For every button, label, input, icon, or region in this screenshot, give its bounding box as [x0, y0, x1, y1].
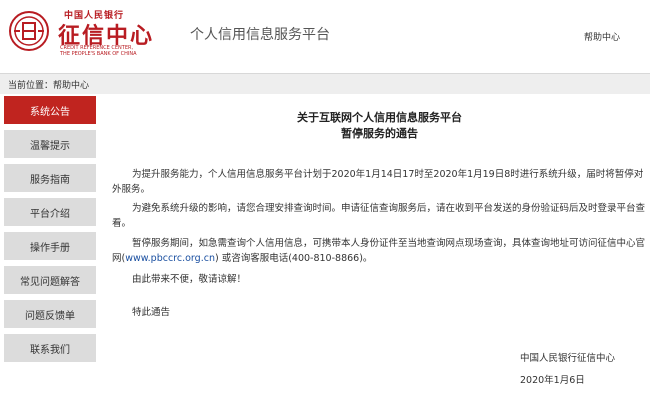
notice-title: 关于互联网个人信用信息服务平台 暂停服务的通告 [112, 110, 647, 142]
sidebar-item-faq[interactable]: 常见问题解答 [4, 266, 96, 294]
sidebar-item-contact[interactable]: 联系我们 [4, 334, 96, 362]
site-title: 个人信用信息服务平台 [190, 27, 330, 43]
logo-en-line2: THE PEOPLE'S BANK OF CHINA [60, 51, 137, 57]
seal-icon [9, 11, 49, 51]
notice-paragraph-5: 特此通告 [132, 307, 171, 318]
sidebar-item-tips[interactable]: 温馨提示 [4, 130, 96, 158]
sidebar-item-service-guide[interactable]: 服务指南 [4, 164, 96, 192]
signature-date: 2020年1月6日 [520, 375, 585, 386]
notice-paragraph-4: 由此带来不便，敬请谅解！ [132, 274, 247, 285]
notice-paragraph-3: 暂停服务期间，如急需查询个人信用信息，可携带本人身份证件至当地查询网点现场查询，… [112, 236, 647, 266]
breadcrumb: 当前位置：帮助中心 [8, 81, 90, 91]
sidebar-item-platform-intro[interactable]: 平台介绍 [4, 198, 96, 226]
sidebar-item-manual[interactable]: 操作手册 [4, 232, 96, 260]
credit-center-logo[interactable]: 中国人民银行 征信中心 CREDIT REFERENCE CENTER, THE… [8, 6, 158, 62]
notice-paragraph-2: 为避免系统升级的影响，请您合理安排查询时间。申请征信查询服务后，请在收到平台发送… [112, 203, 646, 229]
notice-title-line2: 暂停服务的通告 [341, 127, 418, 140]
sidebar-item-feedback[interactable]: 问题反馈单 [4, 300, 96, 328]
notice-content: 关于互联网个人信用信息服务平台 暂停服务的通告 为提升服务能力，个人信用信息服务… [112, 100, 647, 386]
notice-title-line1: 关于互联网个人信用信息服务平台 [297, 111, 462, 124]
notice-paragraph-1: 为提升服务能力，个人信用信息服务平台计划于2020年1月14日17时至2020年… [112, 169, 644, 195]
help-center-link[interactable]: 帮助中心 [584, 30, 620, 43]
pbccrc-website-link[interactable]: www.pbccrc.org.cn [125, 253, 215, 264]
sidebar-nav: 系统公告 温馨提示 服务指南 平台介绍 操作手册 常见问题解答 问题反馈单 联系… [4, 96, 96, 368]
logo-en-text: CREDIT REFERENCE CENTER, THE PEOPLE'S BA… [60, 45, 137, 57]
site-header: 中国人民银行 征信中心 CREDIT REFERENCE CENTER, THE… [0, 0, 650, 73]
paragraph-3-text-b: ) 或咨询客服电话(400-810-8866)。 [214, 253, 373, 264]
sidebar-item-announcement[interactable]: 系统公告 [4, 96, 96, 124]
breadcrumb-bar: 当前位置：帮助中心 [0, 73, 650, 94]
signature-org: 中国人民银行征信中心 [520, 353, 616, 364]
